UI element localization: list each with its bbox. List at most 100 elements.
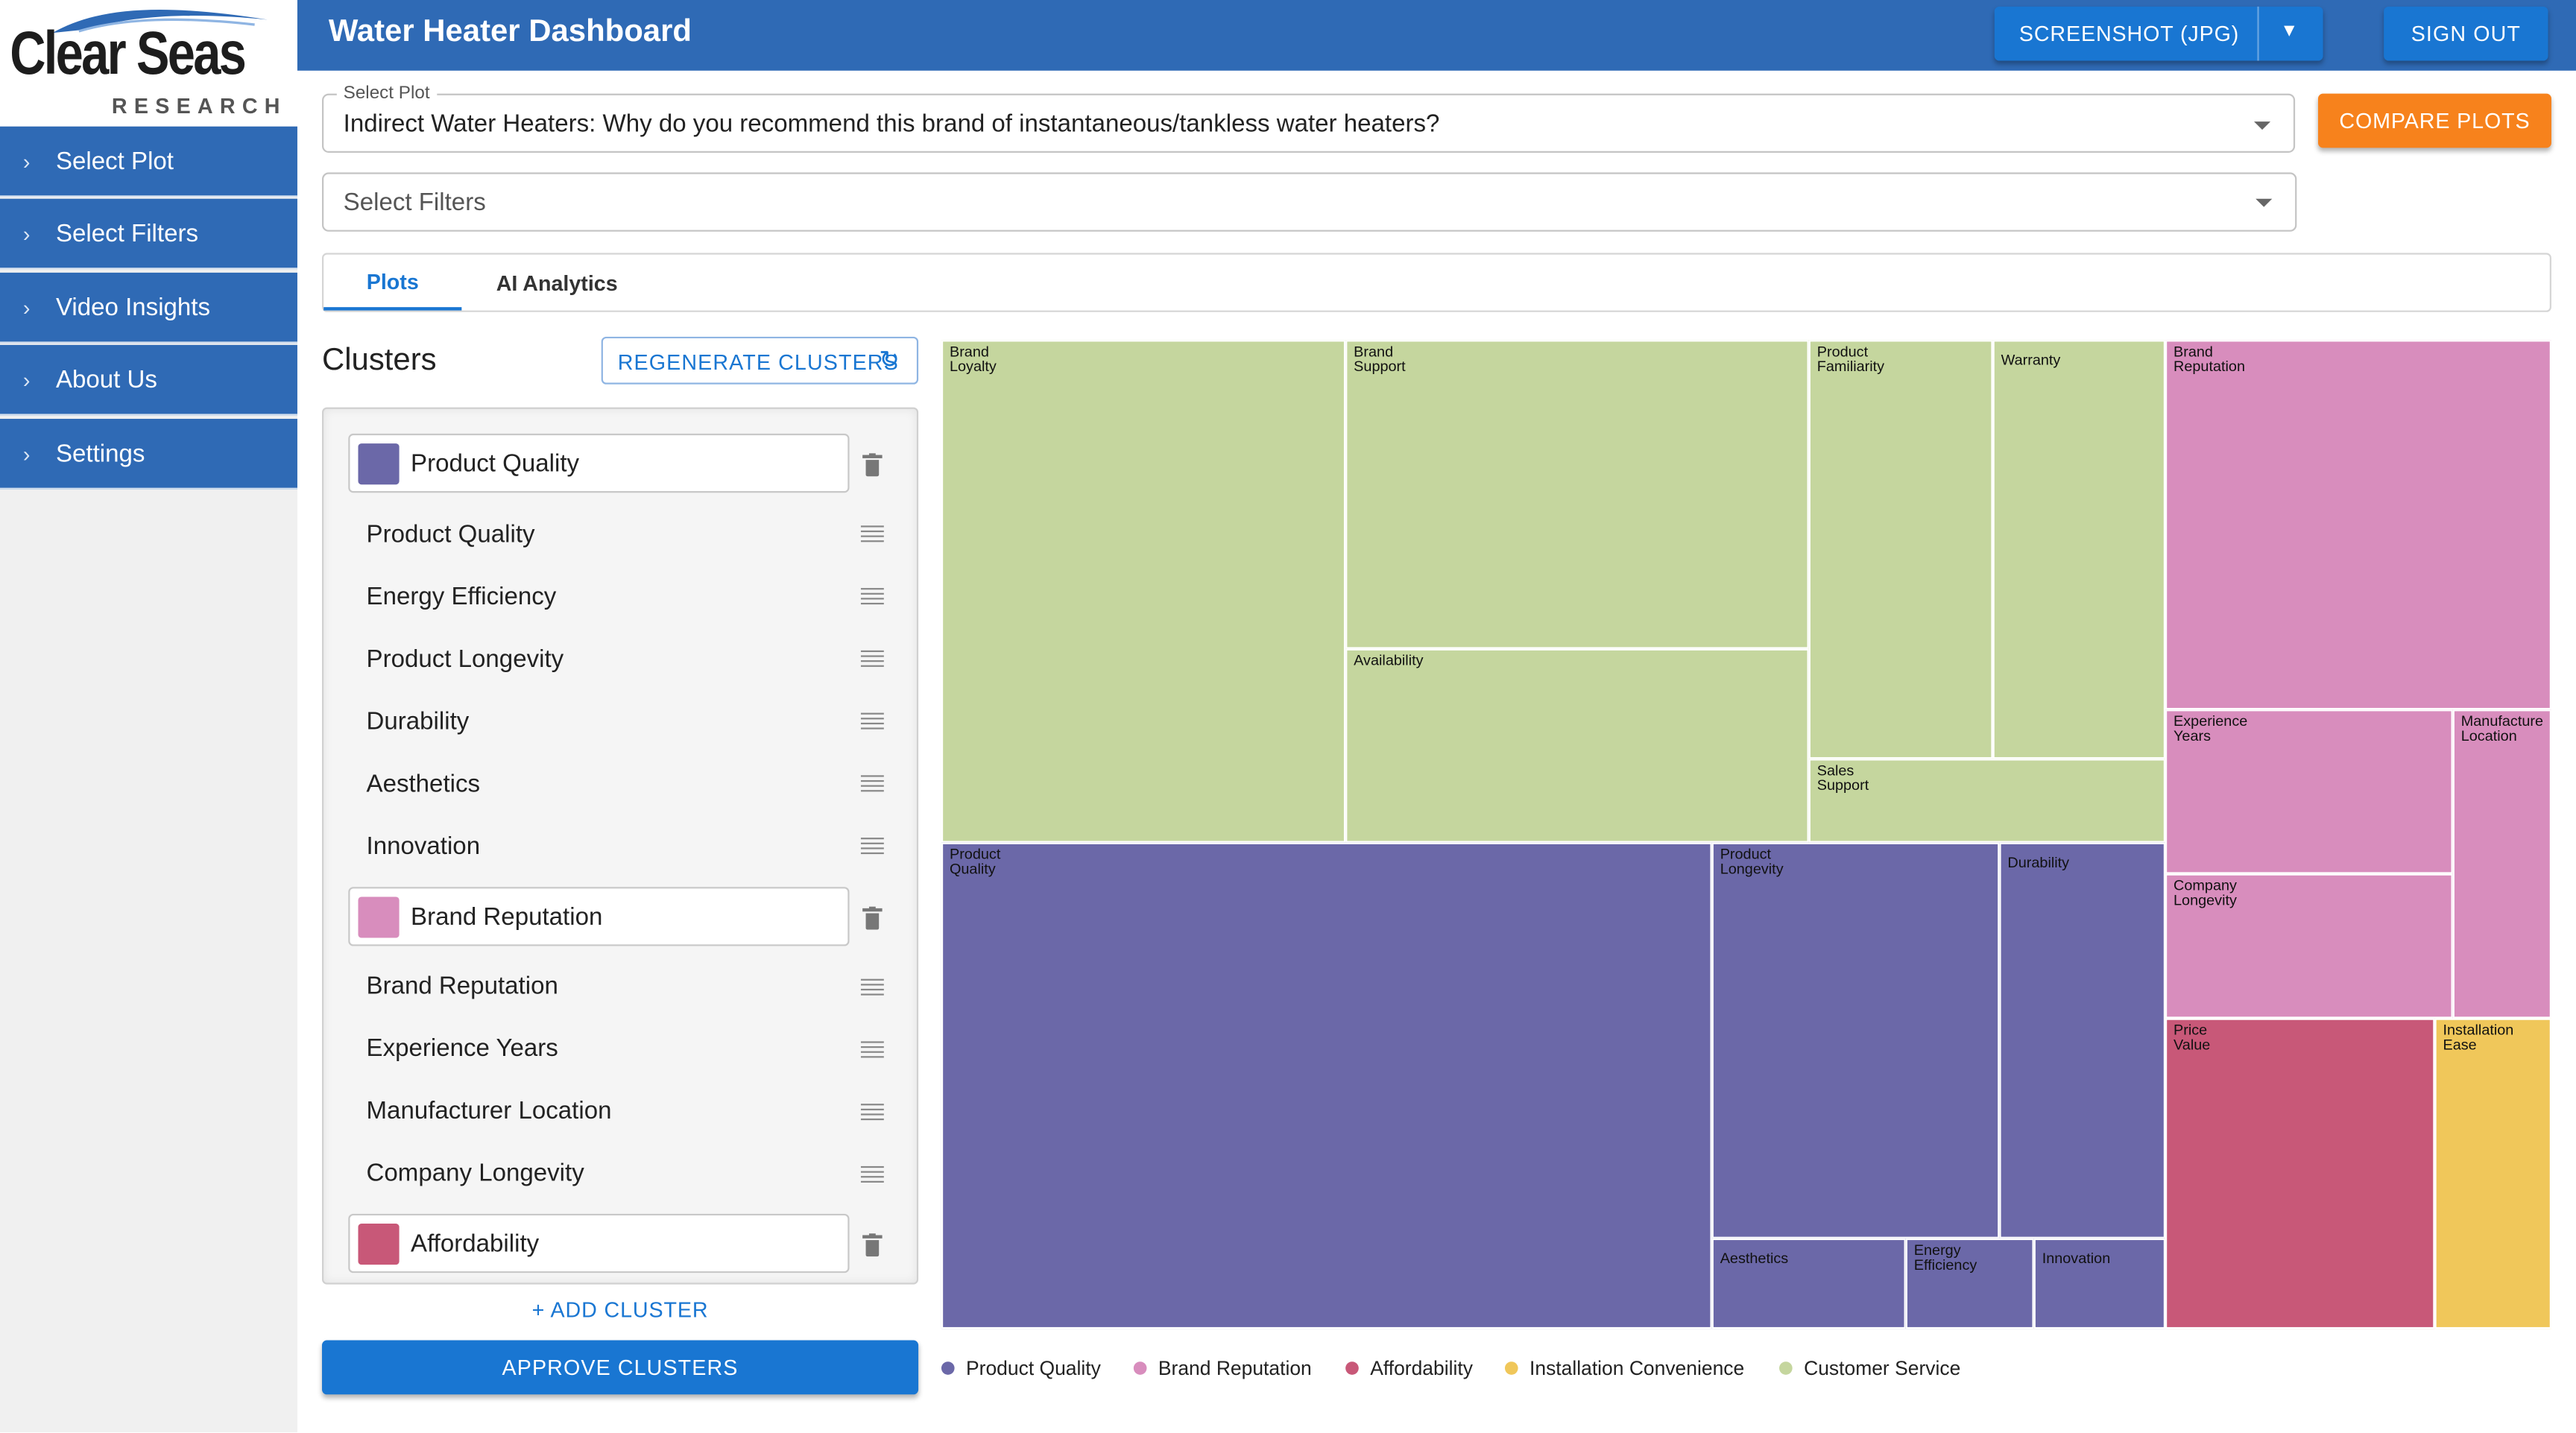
chevron-right-icon: › bbox=[22, 294, 31, 320]
cluster-name[interactable]: Affordability bbox=[411, 1230, 539, 1258]
cluster-color-swatch[interactable] bbox=[358, 443, 400, 485]
legend-label: Product Quality bbox=[966, 1356, 1101, 1380]
treemap-label: Sales Support bbox=[1816, 762, 1869, 794]
select-plot-dropdown[interactable]: Select Plot Indirect Water Heaters: Why … bbox=[322, 83, 2296, 153]
treemap-cell-manufacture-location[interactable]: Manufacture Location bbox=[2452, 709, 2551, 1019]
treemap-cell-availability[interactable]: Availability bbox=[1345, 648, 1809, 843]
treemap-cell-energy-efficiency[interactable]: Energy Efficiency bbox=[1905, 1238, 2034, 1329]
treemap-label: Product Longevity bbox=[1720, 846, 1784, 877]
select-filters-dropdown[interactable]: Select Filters bbox=[322, 172, 2297, 232]
drag-handle-icon[interactable] bbox=[860, 1041, 884, 1058]
regenerate-clusters-button[interactable]: REGENERATE CLUSTERS ↻ bbox=[601, 336, 919, 385]
sidebar-item-about-us[interactable]: › About Us bbox=[0, 344, 297, 416]
treemap-cell-product-quality[interactable]: Product Quality bbox=[941, 842, 1712, 1329]
cluster-item: Product Quality bbox=[366, 520, 535, 549]
screenshot-button-label: SCREENSHOT (JPG) bbox=[2018, 21, 2240, 46]
treemap-label: Brand Support bbox=[1354, 343, 1406, 375]
legend-label: Customer Service bbox=[1804, 1356, 1961, 1380]
treemap-label: Installation Ease bbox=[2443, 1021, 2514, 1053]
add-cluster-button[interactable]: + ADD CLUSTER bbox=[322, 1297, 918, 1322]
chevron-right-icon: › bbox=[22, 221, 31, 246]
logo-subtitle: RESEARCH bbox=[111, 93, 287, 118]
tab-plots[interactable]: Plots bbox=[323, 255, 462, 311]
caret-down-icon bbox=[2255, 198, 2273, 207]
cluster-item: Energy Efficiency bbox=[366, 583, 557, 611]
legend-item-installation-convenience[interactable]: Installation Convenience bbox=[1504, 1356, 1745, 1380]
treemap-cell-product-longevity[interactable]: Product Longevity bbox=[1711, 842, 2000, 1239]
legend-item-brand-reputation[interactable]: Brand Reputation bbox=[1133, 1357, 1312, 1379]
treemap-cell-price-value[interactable]: Price Value bbox=[2165, 1018, 2435, 1329]
sidebar-item-select-plot[interactable]: › Select Plot bbox=[0, 126, 297, 197]
drag-handle-icon[interactable] bbox=[860, 978, 884, 996]
drag-handle-icon[interactable] bbox=[860, 712, 884, 730]
treemap-label: Availability bbox=[1354, 652, 1424, 669]
treemap-cell-sales-support[interactable]: Sales Support bbox=[1808, 759, 2166, 843]
select-plot-value: Indirect Water Heaters: Why do you recom… bbox=[343, 110, 1440, 139]
trash-icon[interactable] bbox=[862, 453, 883, 477]
sidebar-item-settings[interactable]: › Settings bbox=[0, 419, 297, 490]
drag-handle-icon[interactable] bbox=[860, 650, 884, 667]
treemap-cell-experience-years[interactable]: Experience Years bbox=[2165, 709, 2453, 874]
treemap-cell-innovation[interactable]: Innovation bbox=[2033, 1238, 2166, 1329]
cluster-color-swatch[interactable] bbox=[358, 1224, 400, 1265]
treemap-label: Brand Loyalty bbox=[949, 343, 997, 375]
treemap-cell-product-familiarity[interactable]: Product Familiarity bbox=[1808, 340, 1993, 759]
legend-item-product-quality[interactable]: Product Quality bbox=[941, 1356, 1101, 1380]
treemap-label: Warranty bbox=[2001, 351, 2061, 368]
treemap-cell-aesthetics[interactable]: Aesthetics bbox=[1711, 1238, 1906, 1329]
legend-label: Installation Convenience bbox=[1530, 1356, 1745, 1380]
regenerate-clusters-label: REGENERATE CLUSTERS bbox=[617, 349, 899, 375]
cluster-item: Company Longevity bbox=[366, 1160, 584, 1188]
treemap-cell-brand-loyalty[interactable]: Brand Loyalty bbox=[941, 340, 1346, 843]
trash-icon[interactable] bbox=[862, 906, 883, 930]
refresh-icon: ↻ bbox=[879, 347, 901, 375]
sign-out-button[interactable]: SIGN OUT bbox=[2384, 6, 2548, 61]
drag-handle-icon[interactable] bbox=[860, 525, 884, 542]
treemap-cell-durability[interactable]: Durability bbox=[1999, 842, 2166, 1239]
cluster-list-panel[interactable]: Product Quality Product Quality Energy E… bbox=[322, 407, 919, 1285]
treemap-cell-company-longevity[interactable]: Company Longevity bbox=[2165, 873, 2453, 1019]
dropdown-arrow-icon[interactable]: ▼ bbox=[2280, 22, 2299, 41]
treemap-cell-installation-ease[interactable]: Installation Ease bbox=[2434, 1018, 2551, 1329]
drag-handle-icon[interactable] bbox=[860, 1104, 884, 1121]
page-title: Water Heater Dashboard bbox=[328, 14, 692, 50]
legend-dot bbox=[1779, 1361, 1793, 1375]
approve-clusters-button[interactable]: APPROVE CLUSTERS bbox=[322, 1340, 919, 1395]
treemap-label: Experience Years bbox=[2174, 712, 2248, 744]
drag-handle-icon[interactable] bbox=[860, 1165, 884, 1183]
cluster-header-affordability[interactable]: Affordability bbox=[348, 1213, 850, 1274]
drag-handle-icon[interactable] bbox=[860, 588, 884, 605]
chevron-right-icon: › bbox=[22, 367, 31, 392]
sidebar-item-label: Select Filters bbox=[55, 219, 199, 247]
tab-ai-analytics[interactable]: AI Analytics bbox=[468, 255, 645, 311]
treemap-label: Energy Efficiency bbox=[1913, 1241, 1977, 1274]
treemap-cell-brand-support[interactable]: Brand Support bbox=[1345, 340, 1809, 649]
sidebar-item-video-insights[interactable]: › Video Insights bbox=[0, 272, 297, 344]
treemap-cell-brand-reputation[interactable]: Brand Reputation bbox=[2165, 340, 2551, 710]
cluster-header-product-quality[interactable]: Product Quality bbox=[348, 433, 850, 493]
sidebar-item-select-filters[interactable]: › Select Filters bbox=[0, 198, 297, 270]
drag-handle-icon[interactable] bbox=[860, 775, 884, 792]
cluster-name[interactable]: Brand Reputation bbox=[411, 903, 602, 931]
cluster-color-swatch[interactable] bbox=[358, 896, 400, 938]
drag-handle-icon[interactable] bbox=[860, 838, 884, 855]
cluster-item: Product Longevity bbox=[366, 645, 564, 674]
cluster-item: Aesthetics bbox=[366, 770, 481, 799]
legend-item-customer-service[interactable]: Customer Service bbox=[1779, 1356, 1961, 1380]
legend-dot bbox=[1345, 1361, 1359, 1375]
legend-label: Affordability bbox=[1370, 1356, 1473, 1380]
treemap-label: Manufacture Location bbox=[2460, 712, 2544, 744]
cluster-name[interactable]: Product Quality bbox=[411, 450, 579, 478]
treemap-label: Durability bbox=[2007, 854, 2070, 871]
app-root: Clear Seas RESEARCH › Select Plot › Sele… bbox=[0, 0, 2576, 1432]
legend-item-affordability[interactable]: Affordability bbox=[1345, 1356, 1473, 1380]
screenshot-button[interactable]: SCREENSHOT (JPG) ▼ bbox=[1994, 6, 2323, 61]
compare-plots-button[interactable]: COMPARE PLOTS bbox=[2317, 93, 2551, 148]
cluster-item: Experience Years bbox=[366, 1034, 558, 1063]
trash-icon[interactable] bbox=[862, 1233, 883, 1257]
cluster-header-brand-reputation[interactable]: Brand Reputation bbox=[348, 887, 850, 946]
legend-dot bbox=[1133, 1361, 1147, 1375]
button-divider bbox=[2257, 6, 2259, 61]
treemap-cell-warranty[interactable]: Warranty bbox=[1992, 340, 2166, 759]
treemap-label: Price Value bbox=[2174, 1021, 2211, 1053]
